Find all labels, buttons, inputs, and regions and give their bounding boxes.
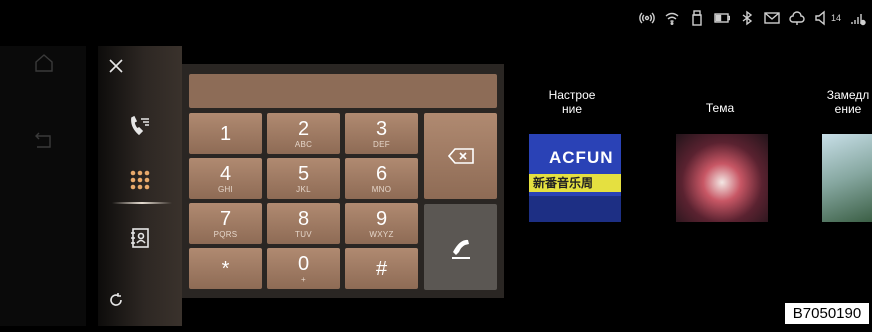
- key-digit: *: [221, 257, 230, 280]
- tab-call-log[interactable]: [126, 112, 154, 140]
- call-log-icon: [131, 115, 149, 136]
- thumbnail-theme[interactable]: [676, 134, 768, 222]
- key-digit: 8: [297, 207, 310, 230]
- home-icon: [35, 54, 53, 72]
- key-letters: TUV: [295, 229, 312, 239]
- thumbnail-acfun[interactable]: ACFUN 新番音乐周: [529, 134, 621, 222]
- key-digit: 6: [375, 162, 388, 185]
- tab-keypad[interactable]: [126, 166, 154, 194]
- key-hash[interactable]: #: [345, 248, 418, 289]
- backspace-button[interactable]: [424, 113, 497, 199]
- battery-icon: [714, 10, 730, 26]
- key-letters: +: [301, 274, 306, 284]
- number-display[interactable]: [189, 74, 497, 108]
- key-letters: PQRS: [213, 229, 238, 239]
- key-digit: 1: [219, 122, 232, 145]
- key-7[interactable]: 7 PQRS: [189, 203, 262, 244]
- key-letters: WXYZ: [369, 229, 394, 239]
- key-letters: MNO: [371, 184, 392, 194]
- usb-icon: [689, 10, 705, 26]
- key-5[interactable]: 5 JKL: [267, 158, 340, 199]
- mail-icon: [764, 10, 780, 26]
- close-button[interactable]: [102, 52, 130, 80]
- background-rail: [0, 46, 86, 326]
- back-icon: [35, 132, 51, 148]
- dialer-sidebar: [98, 46, 182, 326]
- banner-strip: [529, 196, 621, 222]
- key-digit: 0: [297, 252, 310, 275]
- hotspot-icon: [639, 10, 655, 26]
- phone-icon: [451, 239, 470, 259]
- close-icon: [109, 59, 123, 73]
- key-1[interactable]: 1: [189, 113, 262, 154]
- key-0[interactable]: 0 +: [267, 248, 340, 289]
- backspace-icon: [447, 148, 474, 164]
- keypad-icon: [130, 170, 150, 190]
- key-letters: DEF: [373, 139, 390, 149]
- key-letters: ABC: [294, 139, 313, 149]
- key-digit: 4: [219, 162, 232, 185]
- key-digit: 3: [375, 117, 388, 140]
- key-digit: #: [375, 257, 388, 280]
- refresh-icon: [110, 293, 122, 306]
- tile-label-theme: Тема: [705, 101, 735, 115]
- key-digit: 2: [297, 117, 310, 140]
- key-4[interactable]: 4 GHI: [189, 158, 262, 199]
- tile-label-slowdown: Замедл ение: [826, 88, 870, 116]
- contacts-icon: [131, 228, 149, 248]
- key-letters: JKL: [296, 184, 311, 194]
- key-digit: 9: [375, 207, 388, 230]
- bluetooth-icon: [739, 10, 755, 26]
- key-9[interactable]: 9 WXYZ: [345, 203, 418, 244]
- tab-contacts[interactable]: [126, 224, 154, 252]
- call-button[interactable]: [424, 204, 497, 290]
- key-letters: GHI: [217, 184, 234, 194]
- key-3[interactable]: 3 DEF: [345, 113, 418, 154]
- refresh-button[interactable]: [102, 286, 130, 314]
- key-8[interactable]: 8 TUV: [267, 203, 340, 244]
- key-2[interactable]: 2 ABC: [267, 113, 340, 154]
- volume-level: 14: [830, 13, 841, 23]
- key-star[interactable]: *: [189, 248, 262, 289]
- active-tab-indicator: [112, 202, 172, 204]
- dial-keypad: 1 2 ABC 3 DEF 4 GHI 5 JKL 6 MNO 7 PQRS 8 TUV 9W…: [182, 64, 504, 298]
- wifi-icon: [664, 10, 680, 26]
- key-digit: 5: [297, 162, 310, 185]
- key-digit: 7: [219, 207, 232, 230]
- tile-label-settings: Настрое ние: [548, 88, 596, 116]
- volume-icon: [814, 10, 830, 26]
- key-6[interactable]: 6 MNO: [345, 158, 418, 199]
- figure-code-label: B7050190: [784, 302, 870, 325]
- cloud-icon: [789, 10, 805, 26]
- acfun-banner-text: 新番音乐周: [533, 176, 594, 190]
- signal-icon: [850, 10, 866, 26]
- status-bar: 14: [639, 6, 866, 30]
- thumbnail-slowdown[interactable]: [822, 134, 872, 222]
- acfun-logo: ACFUN: [549, 148, 614, 167]
